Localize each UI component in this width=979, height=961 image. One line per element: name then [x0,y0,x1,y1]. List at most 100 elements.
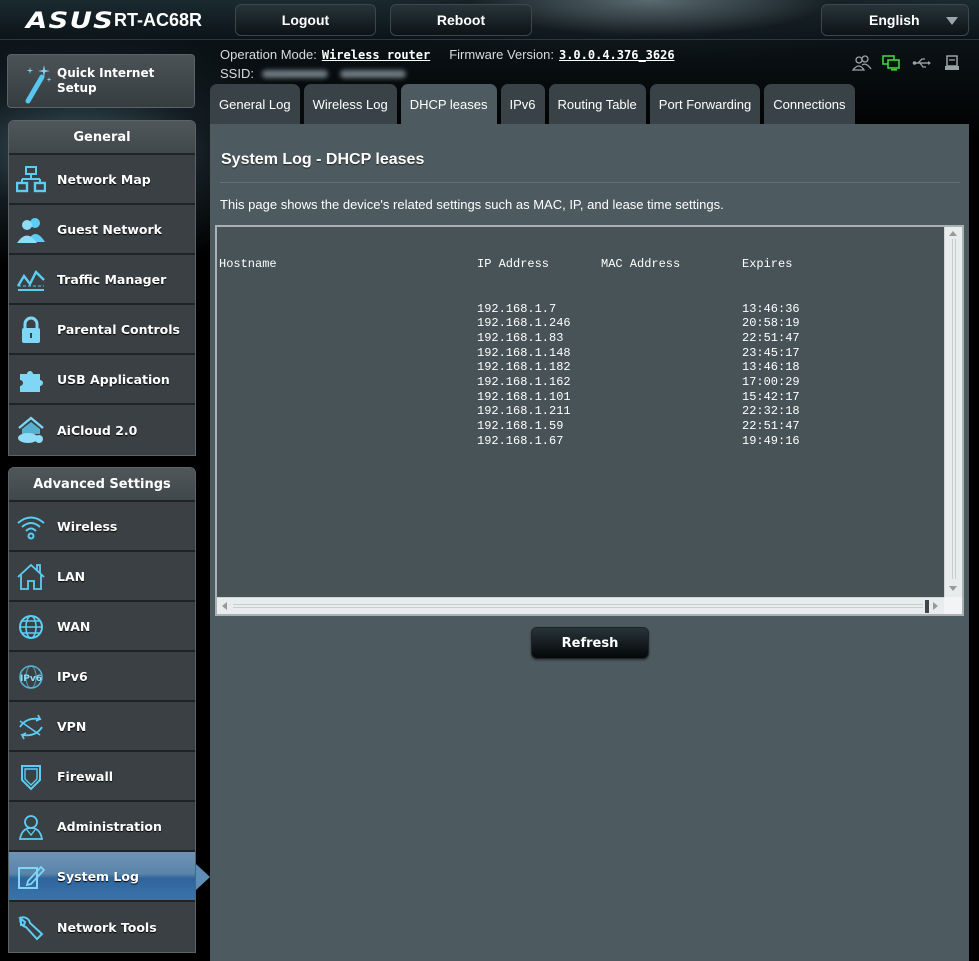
sidebar-item-ipv6[interactable]: IPv6 IPv6 [9,652,195,702]
sidebar-item-label: Administration [57,818,162,834]
scroll-right-icon[interactable] [933,602,938,610]
clients-icon[interactable] [851,55,872,71]
sidebar-item-label: Guest Network [57,221,162,237]
sidebar-item-firewall[interactable]: Firewall [9,752,195,802]
tab-routing-table[interactable]: Routing Table [548,84,646,124]
logout-button[interactable]: Logout [235,4,376,36]
sidebar-item-wan[interactable]: WAN [9,602,195,652]
table-row: 192.168.1.101 15:42:17 [219,390,944,405]
printer-icon[interactable] [942,55,962,71]
sidebar-item-network-map[interactable]: Network Map [9,155,195,205]
scroll-left-icon[interactable] [222,602,227,610]
cell-mac [601,316,742,331]
network-status-icon[interactable] [882,55,902,71]
network-map-icon [15,164,47,196]
sidebar-item-label: Firewall [57,768,114,784]
cell-ip: 192.168.1.67 [477,433,564,448]
page-title: System Log - DHCP leases [221,151,425,168]
firmware-link[interactable]: 3.0.0.4.376_3626 [559,48,675,62]
column-header-hostname: Hostname [219,257,277,272]
sidebar-item-lan[interactable]: LAN [9,552,195,602]
reboot-button[interactable]: Reboot [390,4,532,36]
log-tabs: General Log Wireless Log DHCP leases IPv… [210,84,855,124]
sidebar-item-label: Network Tools [57,919,157,935]
sidebar-item-system-log[interactable]: System Log [9,852,210,902]
cell-ip: 192.168.1.7 [477,301,557,316]
cell-expires: 23:45:17 [742,345,800,360]
cell-hostname [219,390,477,405]
main-content: System Log - DHCP leases This page shows… [210,124,969,961]
table-row: 192.168.1.7 13:46:36 [219,302,944,317]
sidebar-item-label: Wireless [57,518,118,534]
column-header-ip: IP Address [477,257,550,272]
cell-ip: 192.168.1.211 [477,404,571,419]
status-icons [851,55,962,71]
language-select[interactable]: English [821,4,969,36]
scrollbar-corner [944,597,962,614]
cell-hostname [219,316,477,331]
table-row: 192.168.1.182 13:46:18 [219,360,944,375]
sidebar-item-label: System Log [57,868,139,884]
scroll-track[interactable] [952,239,956,579]
cell-expires: 22:51:47 [742,419,800,433]
sidebar-item-traffic-manager[interactable]: Traffic Manager [9,255,195,305]
sidebar-item-administration[interactable]: Administration [9,802,195,852]
cell-expires: 20:58:19 [742,316,800,331]
tab-ipv6[interactable]: IPv6 [500,84,545,124]
table-row: 192.168.1.246 20:58:19 [219,316,944,331]
qis-line-1: Quick Internet [57,66,155,80]
sidebar-item-label: LAN [57,568,86,584]
home-icon [15,561,47,593]
scroll-down-icon[interactable] [949,586,957,591]
tab-connections[interactable]: Connections [764,84,855,124]
scroll-thumb[interactable] [925,600,929,613]
cell-ip: 192.168.1.246 [477,316,571,331]
horizontal-scrollbar[interactable] [217,597,946,614]
tab-dhcp-leases[interactable]: DHCP leases [400,84,497,124]
wrench-icon [15,911,47,943]
traffic-manager-icon [15,264,47,296]
sidebar-general: General Network Map Guest Network Traffi… [8,120,196,456]
cell-ip: 192.168.1.59 [477,419,564,433]
sidebar-general-title: General [9,121,195,155]
tab-general-log[interactable]: General Log [210,84,300,124]
cell-mac [601,390,742,405]
cell-expires: 22:32:18 [742,404,800,419]
page-description: This page shows the device's related set… [220,197,724,212]
ipv6-globe-icon: IPv6 [15,661,47,693]
sidebar-item-wireless[interactable]: Wireless [9,502,195,552]
sidebar-item-parental-controls[interactable]: Parental Controls [9,305,195,355]
cell-expires: 13:46:18 [742,360,800,375]
cell-mac [601,419,742,434]
usb-icon[interactable] [912,55,932,71]
sidebar-item-label: Traffic Manager [57,271,167,287]
table-row: 192.168.1.83 22:51:47 [219,331,944,346]
cell-expires: 13:46:36 [742,301,800,316]
dhcp-leases-textarea[interactable]: Hostname IP Address MAC Address Expires … [215,225,964,616]
globe-icon [15,611,47,643]
vertical-scrollbar[interactable] [944,227,962,597]
sidebar-item-vpn[interactable]: VPN [9,702,195,752]
sidebar-item-guest-network[interactable]: Guest Network [9,205,195,255]
firmware-label: Firmware Version: [449,47,554,62]
sidebar-item-network-tools[interactable]: Network Tools [9,902,195,952]
sidebar-item-usb-application[interactable]: USB Application [9,355,195,405]
cell-hostname [219,404,477,419]
sidebar-item-aicloud[interactable]: AiCloud 2.0 [9,405,195,455]
column-header-expires: Expires [742,257,793,272]
tab-port-forwarding[interactable]: Port Forwarding [649,84,761,124]
sidebar-advanced-title: Advanced Settings [9,468,195,502]
qis-line-2: Setup [57,81,97,95]
cell-hostname [219,346,477,361]
asus-logo: ASUS [26,9,115,34]
quick-internet-setup-button[interactable]: Quick Internet Setup [7,54,195,108]
tab-wireless-log[interactable]: Wireless Log [303,84,397,124]
cell-expires: 15:42:17 [742,389,800,404]
scroll-up-icon[interactable] [949,231,957,236]
scroll-track[interactable] [233,604,923,608]
operation-mode-link[interactable]: Wireless router [322,48,430,62]
refresh-button[interactable]: Refresh [531,627,649,659]
cell-hostname [219,302,477,317]
table-row: 192.168.1.148 23:45:17 [219,346,944,361]
admin-user-icon [15,811,47,843]
